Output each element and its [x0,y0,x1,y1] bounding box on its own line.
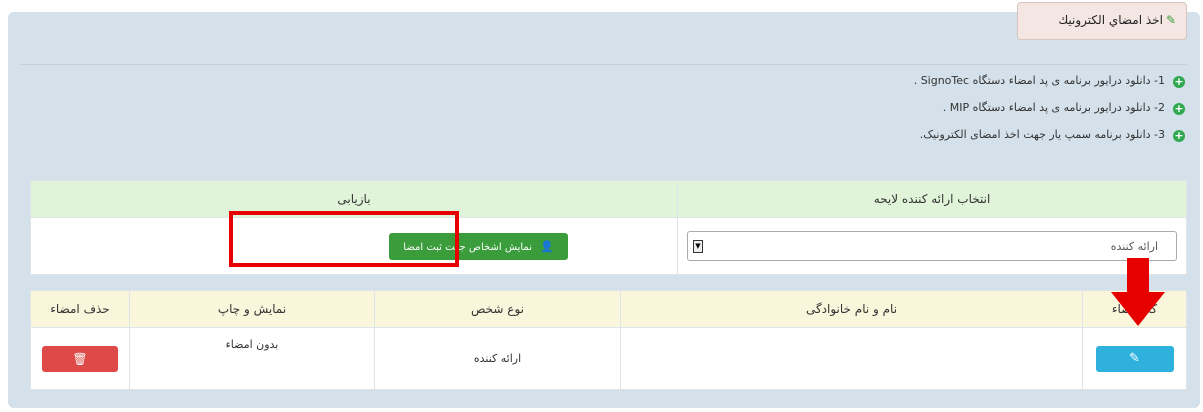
header-delete-signature: حذف امضاء [30,290,130,328]
header-full-name: نام و نام خانوادگی [620,290,1083,328]
divider [20,64,1187,65]
header-select-provider: انتخاب ارائه کننده لایحه [677,180,1187,218]
provider-select[interactable]: ارائه کننده ▼ [687,231,1177,261]
download-links: +1- دانلود درایور برنامه ی پد امضاء دستگ… [914,72,1185,153]
header-person-type: نوع شخص [374,290,621,328]
delete-button[interactable]: 🗑 [42,345,118,372]
provider-select-value: ارائه کننده [1110,240,1158,253]
tab-electronic-signature[interactable]: ✎اخذ امضاي الكترونيك [1017,2,1187,40]
pencil-icon: ✎ [1129,350,1140,366]
pencil-square-icon: ✎ [1165,13,1176,27]
delete-cell: 🗑 [30,327,130,390]
user-icon: 👤 [540,239,554,253]
annotation-arrow-icon [1111,258,1165,326]
edit-cell: ✎ [1082,327,1187,390]
table-row: ✎ ارائه کننده بدون امضاء 🗑 [30,327,1187,390]
header-view-print: نمایش و چاپ [129,290,375,328]
annotation-highlight-box [229,211,459,267]
download-link-signotec[interactable]: +1- دانلود درایور برنامه ی پد امضاء دستگ… [914,72,1185,99]
download-link-sampyar[interactable]: +3- دانلود برنامه سمپ یار جهت اخذ امضای … [914,126,1185,153]
dropdown-arrow-icon[interactable]: ▼ [693,240,703,253]
download-link-mip[interactable]: +2- دانلود درایور برنامه ی پد امضاء دستگ… [914,99,1185,126]
tab-title: اخذ امضاي الكترونيك [1058,13,1163,27]
view-print-cell: بدون امضاء [129,327,375,390]
full-name-cell [620,327,1083,390]
plus-circle-icon: + [1173,75,1185,88]
signatures-table: کد امضاء نام و نام خانوادگی نوع شخص نمای… [30,290,1187,390]
trash-icon: 🗑 [72,351,88,366]
person-type-cell: ارائه کننده [374,327,621,390]
edit-button[interactable]: ✎ [1095,345,1174,372]
plus-circle-icon: + [1173,102,1185,115]
plus-circle-icon: + [1173,129,1185,142]
selection-table: انتخاب ارائه کننده لایحه بازیابی ارائه ک… [30,180,1187,275]
